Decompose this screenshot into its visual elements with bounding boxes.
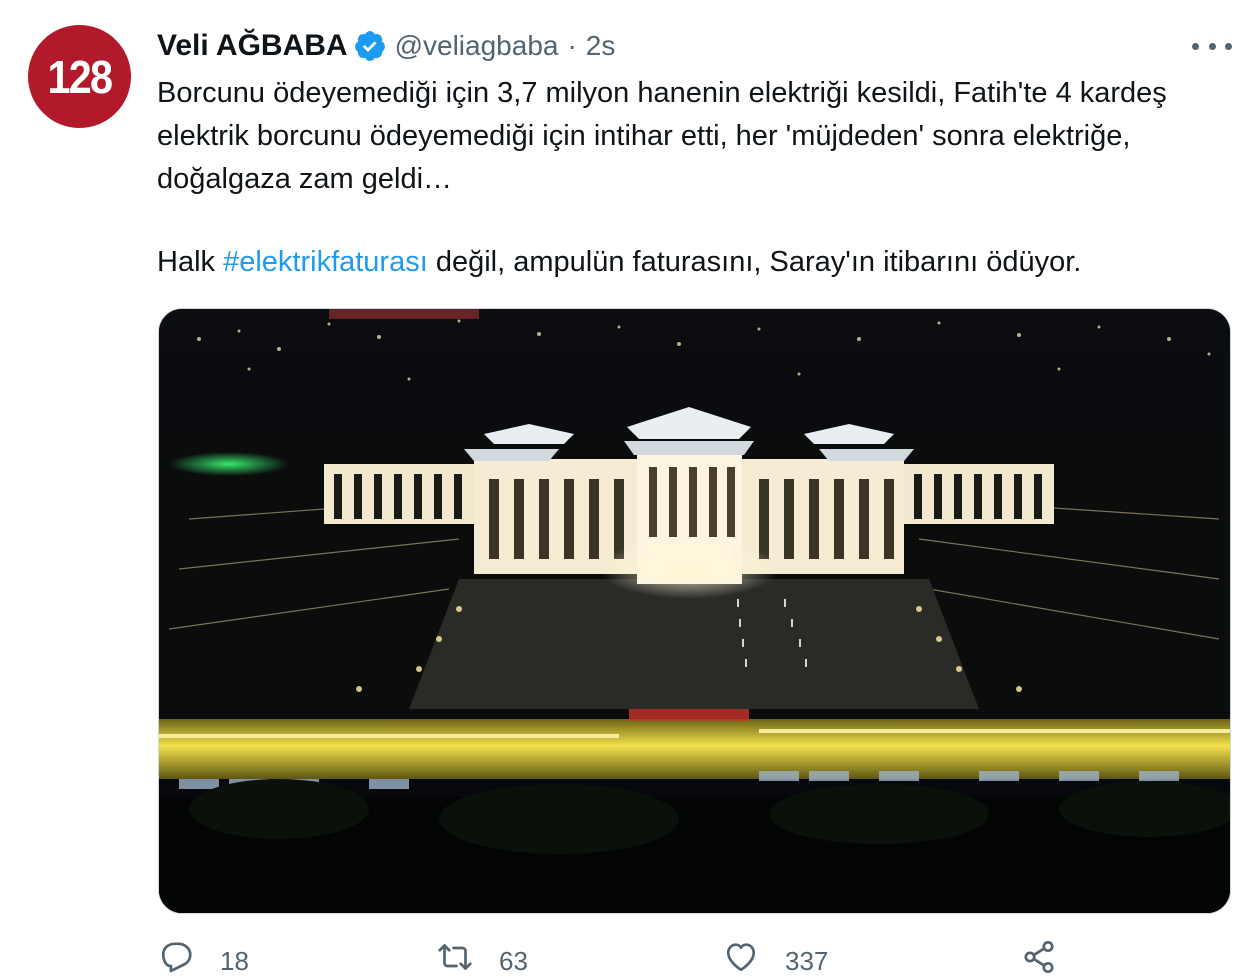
tweet-paragraph-2: Halk #elektrikfaturası değil, ampulün fa…: [157, 241, 1217, 284]
tweet-photo[interactable]: [158, 308, 1231, 914]
tweet-timestamp[interactable]: 2s: [586, 30, 616, 62]
tweet-header: Veli AĞBABA @veliagbaba · 2s: [157, 26, 615, 66]
tweet-actions-bar: 18 63 337: [0, 938, 1247, 976]
tweet-text: Borcunu ödeyemediği için 3,7 milyon hane…: [157, 72, 1217, 284]
retweet-count: 63: [499, 946, 528, 976]
more-dot: [1225, 42, 1232, 50]
like-button[interactable]: 337: [723, 938, 829, 976]
tweet-text-before-hashtag: Halk: [157, 246, 224, 278]
share-button[interactable]: [1021, 938, 1057, 975]
avatar[interactable]: 128: [28, 25, 131, 128]
night-palace-photo: [159, 309, 1230, 913]
reply-icon: [161, 941, 192, 972]
avatar-logo-text: 128: [47, 50, 113, 103]
more-options-icon[interactable]: [1192, 34, 1232, 58]
author-handle[interactable]: @veliagbaba: [395, 30, 559, 62]
verified-badge-icon: [354, 31, 385, 61]
like-count: 337: [785, 946, 829, 976]
more-dot: [1208, 42, 1216, 50]
author-name[interactable]: Veli AĞBABA: [157, 29, 348, 63]
retweet-icon: [438, 943, 472, 970]
retweet-button[interactable]: 63: [437, 938, 528, 976]
hashtag-link[interactable]: #elektrikfaturası: [223, 246, 428, 278]
share-icon: [1024, 940, 1054, 973]
separator-dot: ·: [567, 30, 577, 61]
reply-button[interactable]: 18: [158, 938, 249, 976]
heart-icon: [726, 942, 756, 971]
more-dot: [1192, 42, 1199, 50]
tweet-paragraph-1: Borcunu ödeyemediği için 3,7 milyon hane…: [157, 77, 1167, 195]
tweet[interactable]: 128 Veli AĞBABA @veliagbaba · 2s Borcunu…: [0, 0, 1247, 976]
tweet-text-after-hashtag: değil, ampulün faturasını, Saray'ın itib…: [427, 246, 1082, 278]
reply-count: 18: [220, 946, 249, 976]
